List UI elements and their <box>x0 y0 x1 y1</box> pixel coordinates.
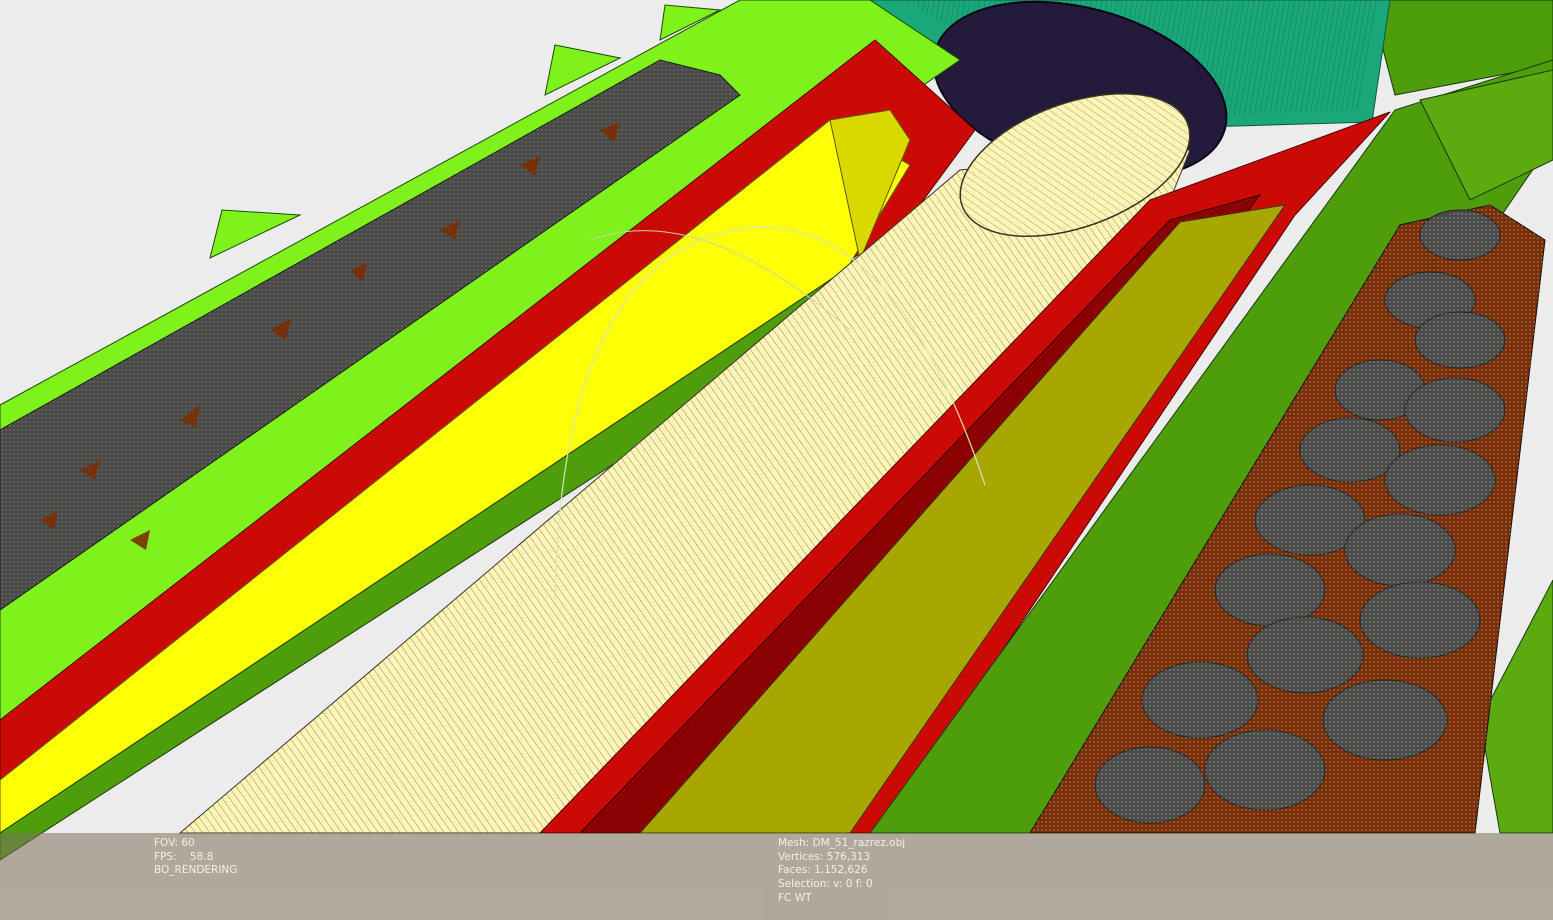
mesh-render <box>0 0 1553 920</box>
render-stats-panel: FOV: 60 FPS: 58.8 BO_RENDERING <box>154 837 237 878</box>
fov-readout: FOV: 60 <box>154 837 195 849</box>
render-mode-readout: BO_RENDERING <box>154 864 238 877</box>
fps-readout: FPS: 58.8 <box>154 850 214 863</box>
vertices-readout: Vertices: 576,313 <box>778 850 871 863</box>
mesh-name-readout: Mesh: DM_51_razrez.obj <box>778 837 906 849</box>
selection-readout: Selection: v: 0 f: 0 <box>778 878 873 891</box>
flags-readout: FC WT <box>778 891 812 904</box>
faces-readout: Faces: 1,152,626 <box>778 864 868 877</box>
3d-viewport[interactable] <box>0 0 1553 920</box>
mesh-stats-panel: Mesh: DM_51_razrez.obj Vertices: 576,313 F… <box>778 837 905 906</box>
